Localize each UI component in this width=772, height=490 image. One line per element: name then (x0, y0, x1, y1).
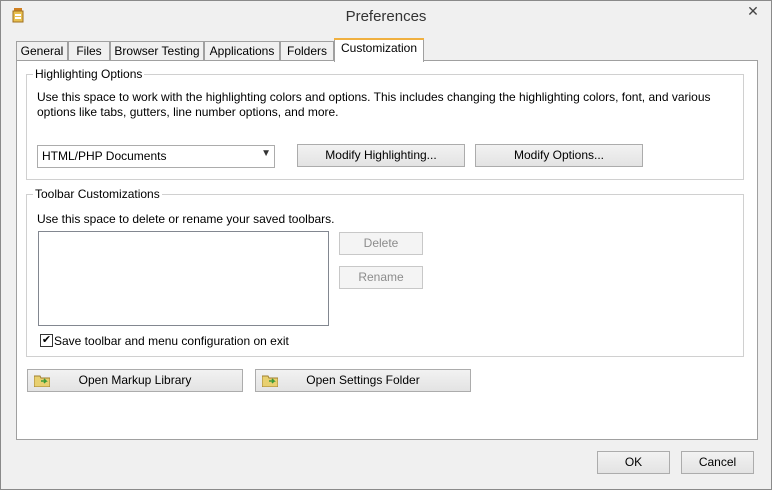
toolbar-description: Use this space to delete or rename your … (37, 212, 335, 226)
title-bar: Preferences ✕ (1, 1, 771, 33)
customization-panel: Highlighting Options Use this space to w… (16, 60, 758, 440)
delete-button[interactable]: Delete (339, 232, 423, 255)
toolbar-customizations-title: Toolbar Customizations (33, 187, 162, 201)
preferences-window: Preferences ✕ General Files Browser Test… (0, 0, 772, 490)
close-icon[interactable]: ✕ (747, 3, 759, 19)
close-button[interactable]: ✕ (735, 1, 771, 21)
tab-general[interactable]: General (16, 41, 68, 61)
chevron-down-icon: ▼ (261, 148, 271, 159)
save-config-label: Save toolbar and menu configuration on e… (54, 334, 289, 348)
tab-files[interactable]: Files (68, 41, 110, 61)
open-settings-folder-label: Open Settings Folder (306, 373, 420, 387)
tab-applications[interactable]: Applications (204, 41, 280, 61)
folder-icon (262, 375, 278, 387)
window-title: Preferences (345, 8, 427, 25)
highlighting-description: Use this space to work with the highligh… (37, 90, 711, 119)
rename-button[interactable]: Rename (339, 266, 423, 289)
tab-browser-testing[interactable]: Browser Testing (110, 41, 204, 61)
tab-customization[interactable]: Customization (334, 38, 424, 62)
cancel-button[interactable]: Cancel (681, 451, 754, 474)
open-markup-library-label: Open Markup Library (78, 373, 192, 387)
tab-folders[interactable]: Folders (280, 41, 334, 61)
modify-highlighting-button[interactable]: Modify Highlighting... (297, 144, 465, 167)
save-config-checkbox[interactable]: ✔ (40, 334, 53, 347)
open-markup-library-button[interactable]: Open Markup Library (27, 369, 243, 392)
modify-options-button[interactable]: Modify Options... (475, 144, 643, 167)
document-type-value: HTML/PHP Documents (42, 149, 167, 163)
folder-icon (34, 375, 50, 387)
ok-button[interactable]: OK (597, 451, 670, 474)
highlighting-options-title: Highlighting Options (33, 67, 145, 81)
document-type-select[interactable]: HTML/PHP Documents ▼ (37, 145, 275, 168)
open-settings-folder-button[interactable]: Open Settings Folder (255, 369, 471, 392)
saved-toolbars-list[interactable] (38, 231, 329, 326)
dialog-footer: OK Cancel (1, 441, 771, 489)
